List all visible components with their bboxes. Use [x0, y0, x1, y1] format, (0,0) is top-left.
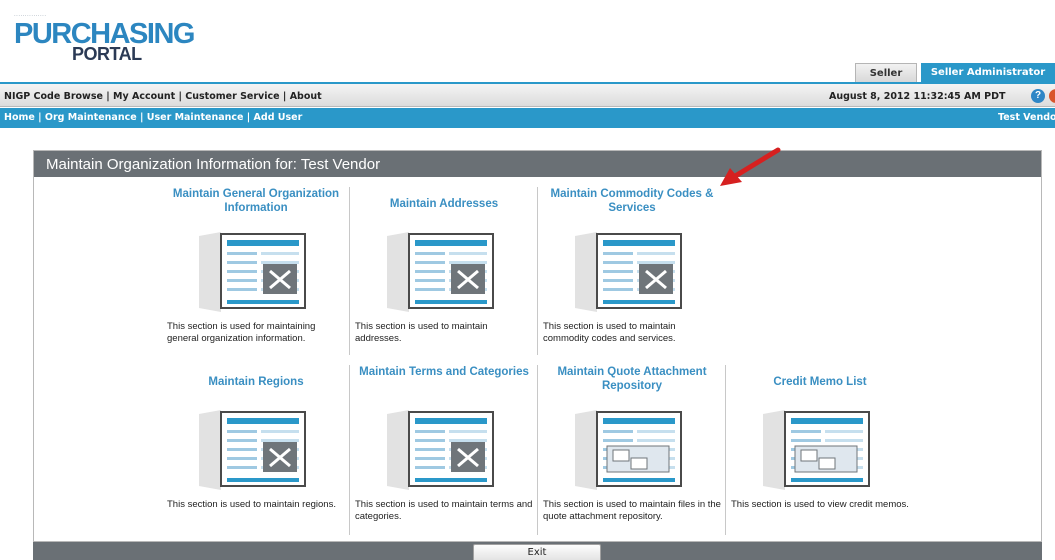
nav-add-user[interactable]: Add User [254, 112, 303, 123]
form-tools-icon [387, 232, 494, 312]
form-documents-icon [763, 410, 870, 490]
card-title[interactable]: Maintain General Organization Informatio… [163, 187, 349, 215]
card-title[interactable]: Maintain Addresses [351, 197, 537, 211]
card-title[interactable]: Maintain Quote Attachment Repository [539, 365, 725, 393]
card-description: This section is used to maintain regions… [167, 499, 336, 510]
nav-items: Home | Org Maintenance | User Maintenanc… [4, 112, 303, 123]
card-commodity-codes[interactable]: Maintain Commodity Codes & Services This… [539, 187, 725, 365]
vendor-name: Test Vendor [998, 112, 1055, 123]
card-title[interactable]: Maintain Regions [163, 375, 349, 389]
logo-portal: PORTAL [72, 44, 142, 64]
form-documents-icon [575, 410, 682, 490]
link-nigp-code-browse[interactable]: NIGP Code Browse [4, 91, 103, 102]
card-general-org-info[interactable]: Maintain General Organization Informatio… [163, 187, 349, 365]
card-description: This section is used to maintain terms a… [355, 499, 533, 522]
card-description: This section is used for maintaining gen… [167, 321, 316, 344]
nav-home[interactable]: Home [4, 112, 35, 123]
form-tools-icon [575, 232, 682, 312]
card-description: This section is used to view credit memo… [731, 499, 909, 510]
tab-seller[interactable]: Seller [855, 63, 917, 82]
form-tools-icon [387, 410, 494, 490]
card-title[interactable]: Credit Memo List [727, 375, 913, 389]
top-link-bar: NIGP Code Browse | My Account | Customer… [0, 82, 1055, 107]
panel-header: Maintain Organization Information for: T… [34, 151, 1041, 177]
card-terms-categories[interactable]: Maintain Terms and Categories This secti… [351, 365, 537, 543]
form-tools-icon [199, 410, 306, 490]
card-title[interactable]: Maintain Terms and Categories [351, 365, 537, 379]
role-tabs: Seller Seller Administrator [855, 63, 1055, 82]
nav-org-maintenance[interactable]: Org Maintenance [45, 112, 137, 123]
nav-user-maintenance[interactable]: User Maintenance [147, 112, 244, 123]
panel-title: Maintain Organization Information for: T… [46, 156, 381, 173]
card-quote-attachment[interactable]: Maintain Quote Attachment Repository Thi… [539, 365, 725, 543]
card-description: This section is used to maintain files i… [543, 499, 721, 522]
purchasing-portal-logo: ............... PURCHASING PORTAL [8, 6, 195, 64]
card-credit-memo[interactable]: Credit Memo List This section is used to… [727, 365, 913, 543]
card-description: This section is used to maintain address… [355, 321, 488, 344]
breadcrumb: Home | Org Maintenance | User Maintenanc… [0, 108, 1055, 128]
top-links: NIGP Code Browse | My Account | Customer… [4, 91, 322, 102]
card-description: This section is used to maintain commodi… [543, 321, 676, 344]
link-my-account[interactable]: My Account [113, 91, 175, 102]
exit-button[interactable]: Exit [473, 544, 601, 560]
help-icon[interactable]: ? [1031, 89, 1045, 103]
bottom-bar: Exit [33, 542, 1042, 560]
close-icon[interactable] [1049, 89, 1055, 103]
org-info-panel: Maintain Organization Information for: T… [33, 150, 1042, 542]
tab-seller-administrator[interactable]: Seller Administrator [921, 63, 1055, 82]
link-about[interactable]: About [290, 91, 322, 102]
card-title[interactable]: Maintain Commodity Codes & Services [539, 187, 725, 215]
datetime-display: August 8, 2012 11:32:45 AM PDT [829, 91, 1006, 102]
card-regions[interactable]: Maintain Regions This section is used to… [163, 365, 349, 543]
form-tools-icon [199, 232, 306, 312]
link-customer-service[interactable]: Customer Service [185, 91, 279, 102]
card-addresses[interactable]: Maintain Addresses This section is used … [351, 187, 537, 365]
red-arrow-icon [720, 147, 781, 186]
